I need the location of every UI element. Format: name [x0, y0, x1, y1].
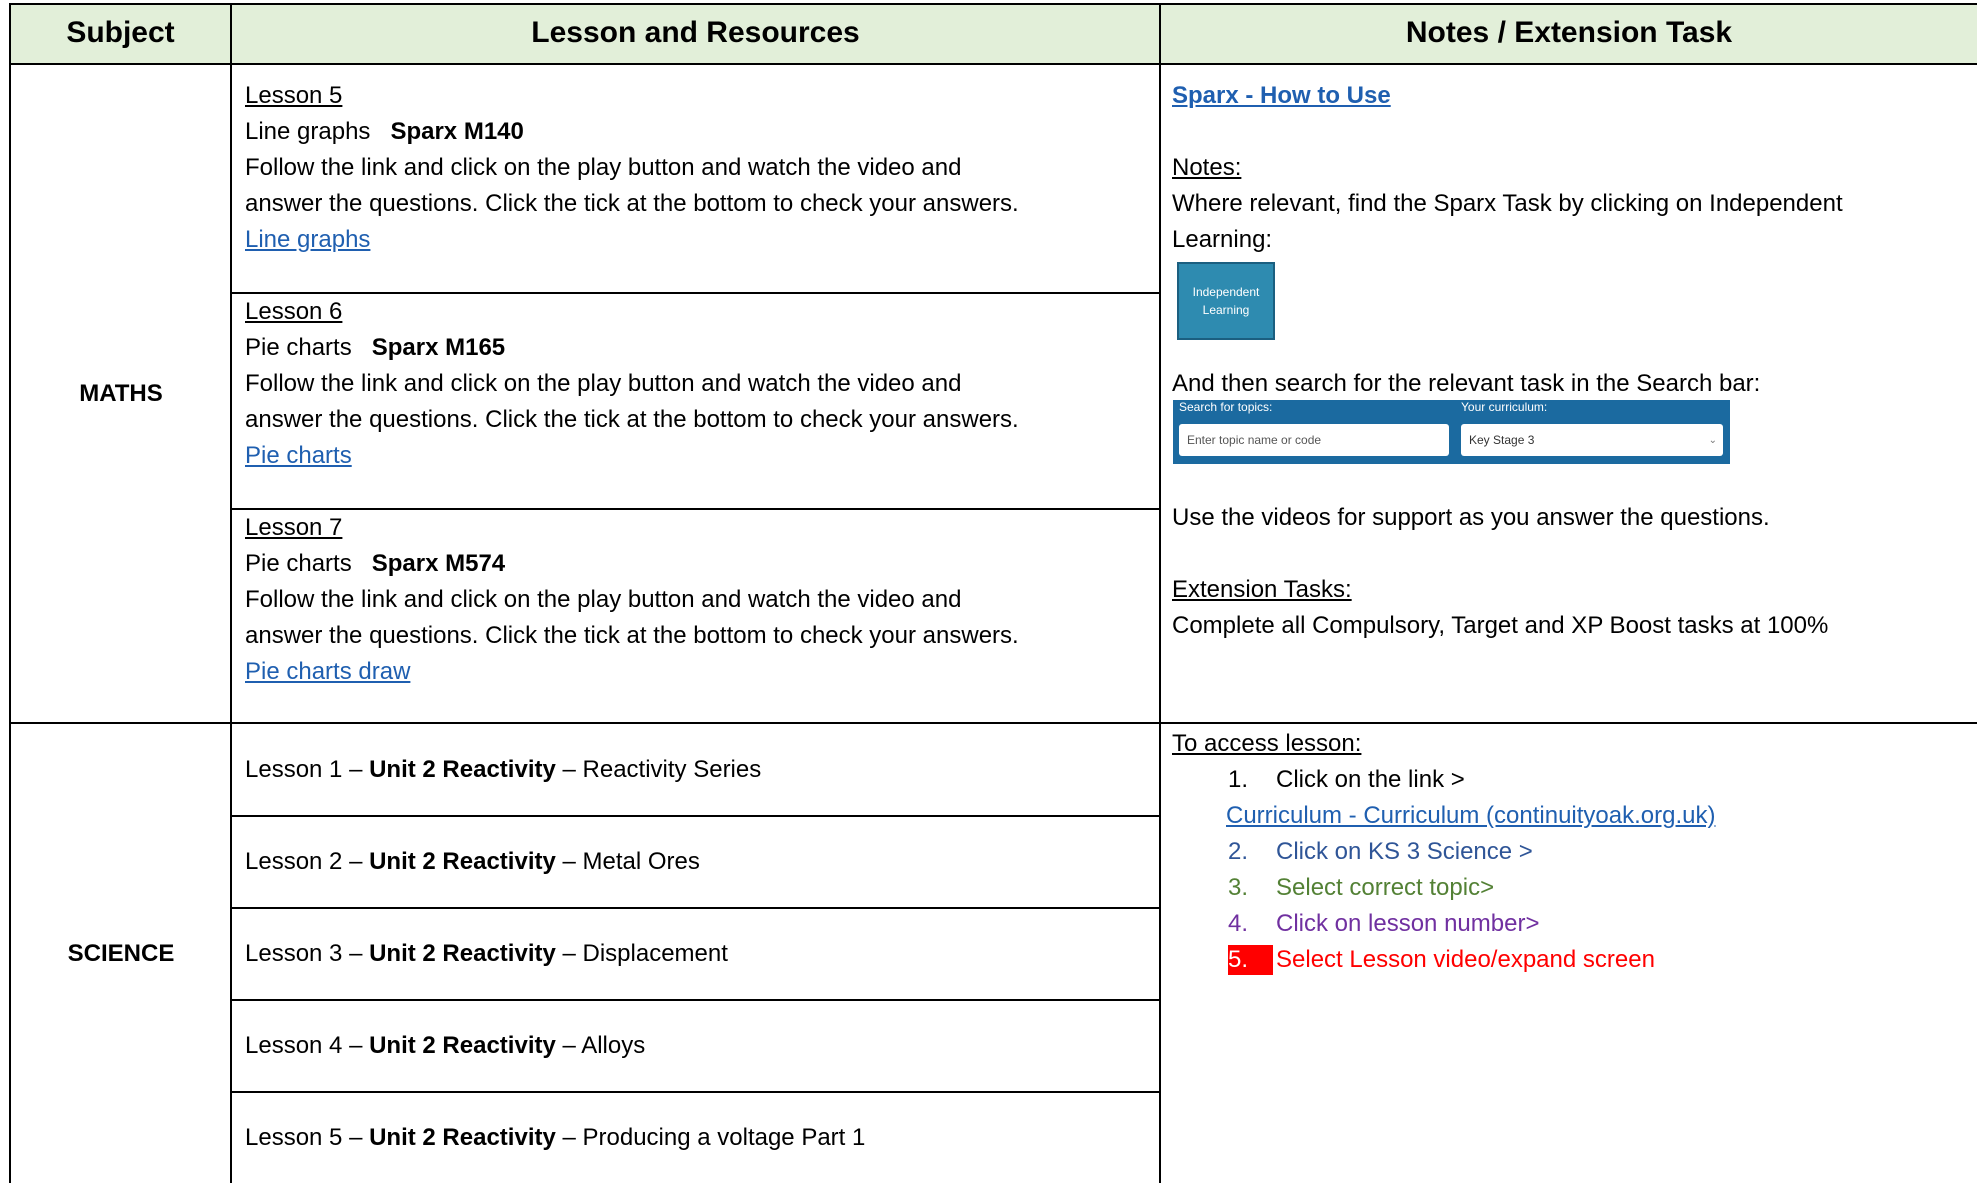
- step-1: 1. Click on the link >: [1228, 762, 1715, 798]
- lesson-unit: Unit 2 Reactivity: [369, 848, 556, 875]
- sparx-code: Sparx M140: [390, 118, 524, 145]
- lesson-topic: Line graphs: [245, 118, 371, 145]
- curriculum-link[interactable]: Curriculum - Curriculum (continuityoak.o…: [1226, 802, 1715, 829]
- science-lesson-4: Lesson 4 – Unit 2 Reactivity – Alloys: [245, 1001, 645, 1091]
- instruction-line-2: answer the questions. Click the tick at …: [245, 190, 1019, 217]
- science-lesson-1: Lesson 1 – Unit 2 Reactivity – Reactivit…: [245, 724, 761, 815]
- extension-heading: Extension Tasks:: [1172, 576, 1352, 603]
- instruction-line-1: Follow the link and click on the play bu…: [245, 370, 962, 397]
- lesson-unit: Unit 2 Reactivity: [369, 940, 556, 967]
- step-text: Click on the link >: [1276, 766, 1465, 793]
- instruction-line-2: answer the questions. Click the tick at …: [245, 406, 1019, 433]
- search-intro: And then search for the relevant task in…: [1172, 370, 1761, 397]
- lesson-suffix: – Metal Ores: [555, 848, 700, 875]
- lesson-topic: Pie charts: [245, 334, 352, 361]
- topic-search-input[interactable]: Enter topic name or code: [1179, 424, 1449, 456]
- step-text: Select correct topic>: [1276, 874, 1495, 901]
- step-number: 4.: [1228, 910, 1249, 937]
- lesson-prefix: Lesson 2 –: [245, 848, 370, 875]
- ind-button-line-2: Learning: [1202, 303, 1250, 317]
- lesson-prefix: Lesson 5 –: [245, 1124, 370, 1151]
- access-lesson-heading: To access lesson:: [1172, 726, 1361, 762]
- lesson-suffix: – Producing a voltage Part 1: [555, 1124, 866, 1151]
- lesson-title: Lesson 7: [245, 514, 343, 541]
- lesson-link-pie-charts-draw[interactable]: Pie charts draw: [245, 658, 410, 685]
- step-text: Select Lesson video/expand screen: [1276, 946, 1655, 973]
- maths-lesson-7: Lesson 7 Pie charts Sparx M574 Follow th…: [245, 510, 1019, 690]
- lesson-topic-line: Pie charts Sparx M574: [245, 546, 1019, 582]
- independent-learning-button[interactable]: Independent Learning: [1177, 262, 1275, 340]
- header-bottom-border: [9, 63, 1977, 65]
- lesson-title: Lesson 5: [245, 82, 343, 109]
- step-number: 2.: [1228, 838, 1249, 865]
- sparx-how-to-use-link[interactable]: Sparx - How to Use: [1172, 82, 1391, 109]
- lesson-unit: Unit 2 Reactivity: [369, 755, 556, 783]
- lesson-link-line-graphs[interactable]: Line graphs: [245, 226, 370, 253]
- lesson-suffix: – Alloys: [555, 1032, 646, 1059]
- lesson-suffix: – Reactivity Series: [555, 755, 762, 783]
- ind-button-line-1: Independent: [1192, 285, 1260, 299]
- sparx-search-bar: Search for topics: Your curriculum: Ente…: [1173, 400, 1730, 464]
- step-text: Click on KS 3 Science >: [1276, 838, 1533, 865]
- lesson-unit: Unit 2 Reactivity: [369, 1032, 556, 1059]
- header-subject: Subject: [66, 16, 175, 49]
- maths-lesson-5: Lesson 5 Line graphs Sparx M140 Follow t…: [245, 78, 1019, 258]
- instruction-line-1: Follow the link and click on the play bu…: [245, 154, 962, 181]
- notes-line-2: Learning:: [1172, 226, 1273, 253]
- step-number: 3.: [1228, 874, 1249, 901]
- curriculum-select-value: Key Stage 3: [1469, 433, 1535, 447]
- column-divider-subject: [230, 3, 232, 1183]
- videos-line: Use the videos for support as you answer…: [1172, 504, 1770, 531]
- step-5: 5. Select Lesson video/expand screen: [1228, 942, 1715, 978]
- curriculum-label: Your curriculum:: [1461, 400, 1548, 414]
- lesson-prefix: Lesson 4 –: [245, 1032, 370, 1059]
- chevron-down-icon: ⌄: [1708, 434, 1717, 446]
- lesson-title: Lesson 6: [245, 298, 343, 325]
- lesson-topic: Pie charts: [245, 550, 352, 577]
- lesson-link-pie-charts[interactable]: Pie charts: [245, 442, 352, 469]
- subject-science: SCIENCE: [67, 939, 175, 967]
- lesson-topic-line: Line graphs Sparx M140: [245, 114, 1019, 150]
- step-2: 2. Click on KS 3 Science >: [1228, 834, 1715, 870]
- extension-line: Complete all Compulsory, Target and XP B…: [1172, 612, 1829, 639]
- science-lesson-5: Lesson 5 – Unit 2 Reactivity – Producing…: [245, 1093, 865, 1183]
- notes-line-1: Where relevant, find the Sparx Task by c…: [1172, 190, 1843, 217]
- search-topics-label: Search for topics:: [1179, 400, 1273, 414]
- curriculum-select[interactable]: Key Stage 3 ⌄: [1461, 424, 1723, 456]
- sparx-code: Sparx M165: [371, 334, 506, 361]
- subject-maths: MATHS: [79, 379, 163, 407]
- step-4: 4. Click on lesson number>: [1228, 906, 1715, 942]
- step-number: 5.: [1228, 946, 1249, 973]
- maths-notes-bottom: Use the videos for support as you answer…: [1172, 500, 1828, 644]
- maths-lesson-6: Lesson 6 Pie charts Sparx M165 Follow th…: [245, 294, 1019, 474]
- lesson-topic-line: Pie charts Sparx M165: [245, 330, 1019, 366]
- lesson-unit: Unit 2 Reactivity: [369, 1124, 556, 1151]
- lesson-prefix: Lesson 1 –: [245, 755, 370, 783]
- lesson-suffix: – Displacement: [555, 940, 728, 967]
- instruction-line-2: answer the questions. Click the tick at …: [245, 622, 1019, 649]
- column-divider-lesson: [1159, 3, 1161, 1183]
- instruction-line-1: Follow the link and click on the play bu…: [245, 586, 962, 613]
- lesson-prefix: Lesson 3 –: [245, 940, 370, 967]
- science-lesson-3: Lesson 3 – Unit 2 Reactivity – Displacem…: [245, 909, 728, 999]
- header-lesson-resources: Lesson and Resources: [531, 16, 860, 49]
- table-border-left: [9, 3, 11, 1183]
- step-3: 3. Select correct topic>: [1228, 870, 1715, 906]
- sparx-code: Sparx M574: [371, 550, 506, 577]
- access-heading-text: To access lesson:: [1172, 730, 1362, 757]
- step-text: Click on lesson number>: [1276, 910, 1540, 937]
- step-number: 1.: [1228, 766, 1249, 793]
- header-notes-extension: Notes / Extension Task: [1405, 16, 1733, 49]
- notes-heading: Notes:: [1172, 154, 1242, 181]
- access-steps: 1. Click on the link > Curriculum - Curri…: [1226, 762, 1715, 978]
- science-lesson-2: Lesson 2 – Unit 2 Reactivity – Metal Ore…: [245, 817, 700, 907]
- maths-notes-top: Sparx - How to Use Notes: Where relevant…: [1172, 78, 1843, 258]
